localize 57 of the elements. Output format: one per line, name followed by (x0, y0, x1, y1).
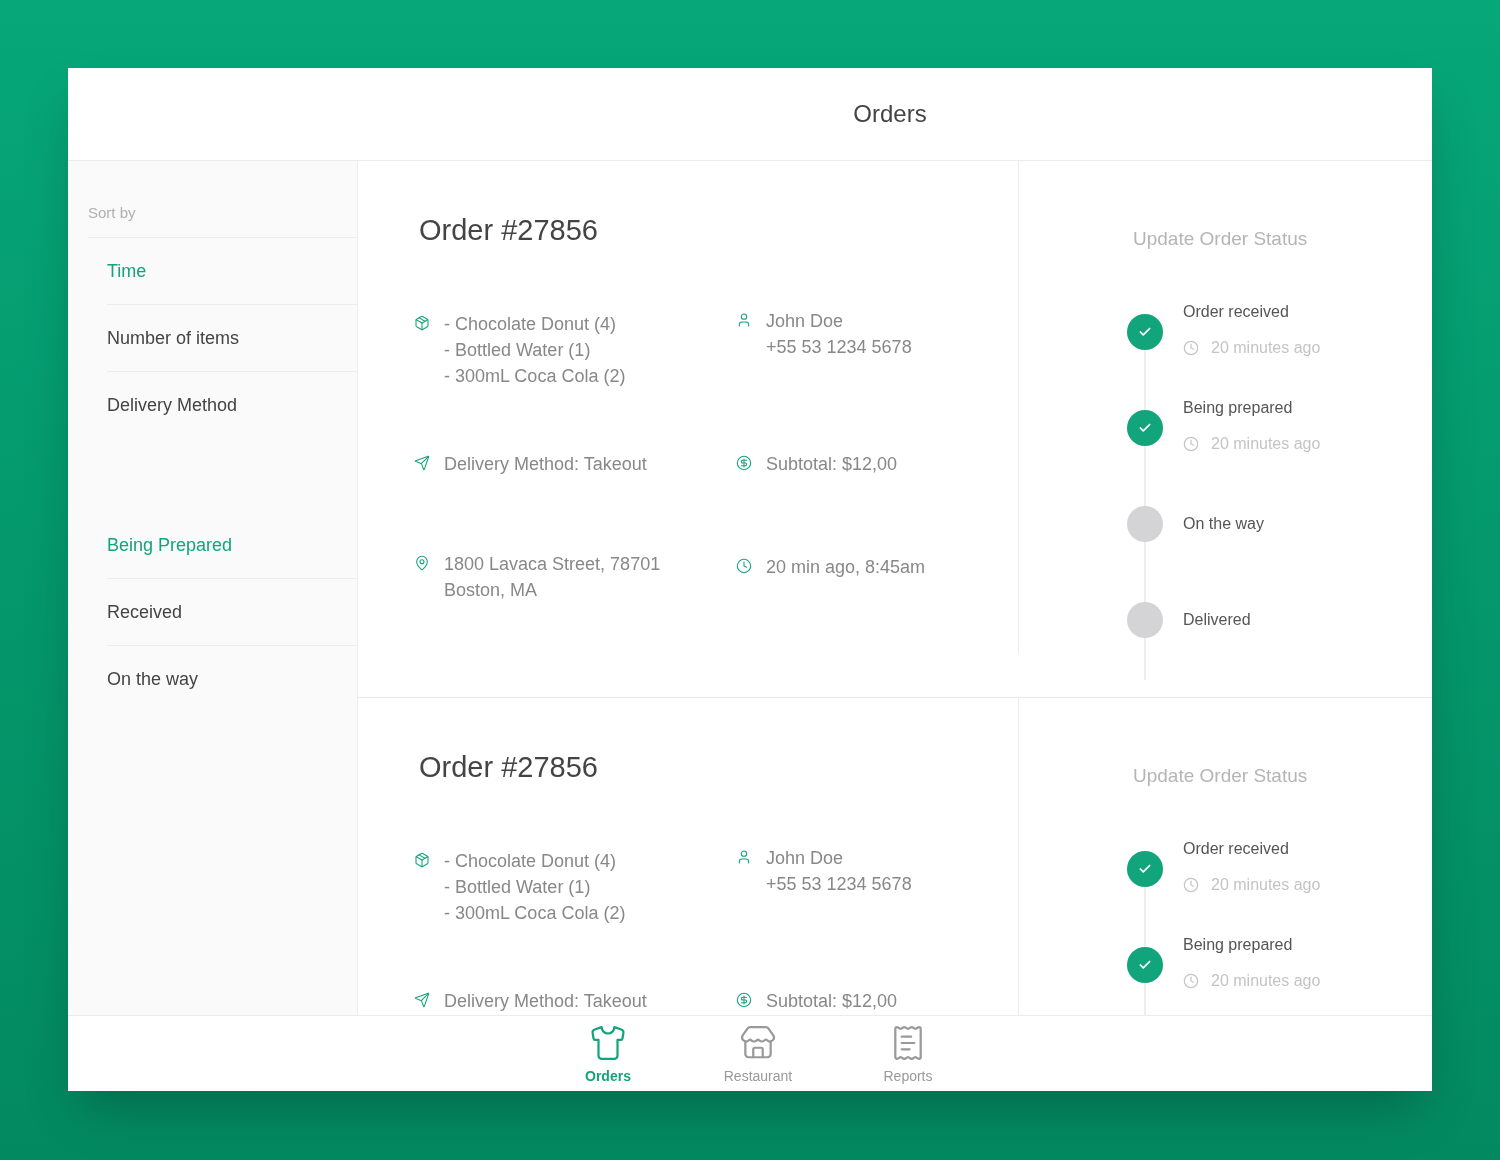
step-time: 20 minutes ago (1211, 337, 1321, 358)
sort-heading: Sort by (88, 204, 136, 221)
shirt-icon (589, 1024, 627, 1062)
clock-icon (1183, 876, 1199, 893)
customer-phone: +55 53 1234 5678 (766, 335, 912, 359)
nav-tab[interactable]: Orders (563, 1016, 653, 1091)
clock-icon (1183, 972, 1199, 989)
user-icon (736, 311, 752, 328)
package-icon (414, 314, 430, 331)
clock-icon (1183, 435, 1199, 452)
customer-name: John Doe (766, 309, 845, 333)
step-time: 20 minutes ago (1211, 433, 1321, 454)
subtotal: Subtotal: $12,00 (766, 452, 898, 476)
step-time: 20 minutes ago (1211, 874, 1321, 895)
customer-phone: +55 53 1234 5678 (766, 872, 912, 896)
step-label: On the way (1183, 513, 1264, 534)
user-icon (736, 848, 752, 865)
order-item: - Bottled Water (1) (444, 338, 592, 362)
sidebar-item[interactable]: Delivery Method (107, 372, 357, 438)
order-item: - 300mL Coca Cola (2) (444, 901, 626, 925)
step-label: Order received (1183, 301, 1290, 322)
status-title: Update Order Status (1133, 764, 1309, 788)
delivery-method: Delivery Method: Takeout (444, 452, 647, 476)
step-time: 20 minutes ago (1211, 970, 1321, 991)
step-label: Being prepared (1183, 934, 1294, 955)
nav-tab[interactable]: Restaurant (713, 1016, 803, 1091)
order-time: 20 min ago, 8:45am (766, 555, 926, 579)
sidebar-item[interactable]: Being Prepared (107, 512, 357, 578)
order-title: Order #27856 (419, 213, 599, 248)
dollar-icon (736, 991, 752, 1008)
order-item: - Bottled Water (1) (444, 875, 592, 899)
step-label: Order received (1183, 838, 1290, 859)
order-item: - 300mL Coca Cola (2) (444, 364, 626, 388)
address-line: Boston, MA (444, 578, 539, 602)
clock-icon (736, 557, 752, 574)
package-icon (414, 851, 430, 868)
sidebar-item[interactable]: Received (107, 579, 357, 645)
order-title: Order #27856 (419, 750, 599, 785)
sidebar-item[interactable]: Number of items (107, 305, 357, 371)
customer-name: John Doe (766, 846, 845, 870)
paper-plane-icon (414, 991, 430, 1008)
nav-tab[interactable]: Reports (863, 1016, 953, 1091)
subtotal: Subtotal: $12,00 (766, 989, 898, 1013)
delivery-method: Delivery Method: Takeout (444, 989, 647, 1013)
status-title: Update Order Status (1133, 227, 1309, 251)
sidebar-item[interactable]: Time (107, 238, 357, 304)
step-label: Delivered (1183, 609, 1251, 630)
paper-plane-icon (414, 454, 430, 471)
clock-icon (1183, 339, 1199, 356)
order-item: - Chocolate Donut (4) (444, 849, 618, 873)
order-item: - Chocolate Donut (4) (444, 312, 618, 336)
step-label: Being prepared (1183, 397, 1294, 418)
location-pin-icon (414, 554, 430, 571)
address-line: 1800 Lavaca Street, 78701 (444, 552, 661, 576)
sidebar-item[interactable]: On the way (107, 646, 357, 712)
dollar-icon (736, 454, 752, 471)
page-title: Orders (853, 99, 927, 129)
